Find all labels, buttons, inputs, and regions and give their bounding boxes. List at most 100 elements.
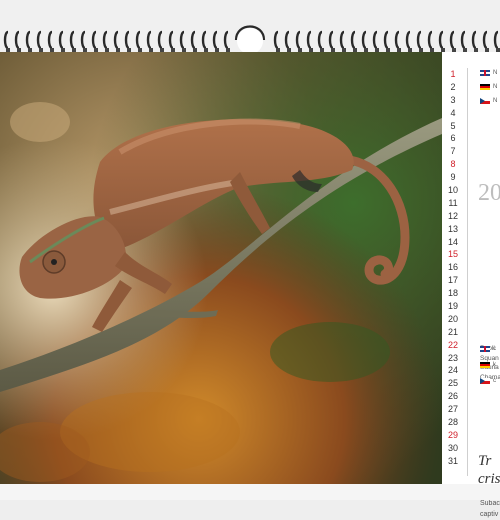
- species-description: Subac captiv: [480, 498, 500, 520]
- day-number: 21: [447, 326, 458, 337]
- binding-ring: [427, 30, 433, 50]
- day-number: 30: [447, 442, 458, 453]
- uk-flag-icon: [480, 346, 490, 352]
- binding-ring: [416, 30, 422, 50]
- chameleon-photo: [0, 52, 442, 484]
- day-number: 12: [447, 210, 458, 221]
- day-number: 22: [447, 339, 458, 350]
- binding-ring: [295, 30, 301, 50]
- day-number: 19: [447, 301, 458, 312]
- flag-text: N: [493, 98, 498, 104]
- day-number: 15: [447, 249, 458, 260]
- binding-ring: [212, 30, 218, 50]
- binding-ring: [493, 30, 499, 50]
- flag-row-cz: N: [480, 96, 497, 106]
- day-number: 6: [450, 133, 456, 144]
- binding-ring: [80, 30, 86, 50]
- day-number: 20: [447, 313, 458, 324]
- binding-ring: [372, 30, 378, 50]
- binding-ring: [273, 30, 279, 50]
- binding-ring: [190, 30, 196, 50]
- day-number: 23: [447, 352, 458, 363]
- binding-ring: [157, 30, 163, 50]
- species-line: Tr: [478, 453, 492, 469]
- binding-ring: [135, 30, 141, 50]
- day-number: 31: [447, 455, 458, 466]
- flag-text: N: [493, 70, 498, 76]
- spiral-binding: [0, 0, 500, 58]
- flag-row-de: N: [480, 82, 497, 92]
- day-number: 26: [447, 391, 458, 402]
- day-number: 14: [447, 236, 458, 247]
- binding-ring: [350, 30, 356, 50]
- flag-row-de-bottom: k: [480, 360, 496, 370]
- binding-ring: [394, 30, 400, 50]
- day-number: 1: [450, 69, 456, 79]
- binding-ring: [328, 30, 334, 50]
- binding-ring: [284, 30, 290, 50]
- binding-ring: [460, 30, 466, 50]
- day-number: 25: [447, 378, 458, 389]
- binding-ring: [339, 30, 345, 50]
- day-number: 3: [450, 94, 456, 105]
- binding-ring: [146, 30, 152, 50]
- day-number: 18: [447, 288, 458, 299]
- day-number: 5: [450, 120, 456, 131]
- binding-ring: [438, 30, 444, 50]
- flag-row-uk-bottom: c: [480, 344, 496, 354]
- day-number: 10: [447, 185, 458, 196]
- binding-ring: [383, 30, 389, 50]
- day-number: 28: [447, 417, 458, 428]
- binding-ring: [124, 30, 130, 50]
- day-number: 29: [447, 429, 458, 440]
- binding-ring: [3, 30, 9, 50]
- binding-ring: [102, 30, 108, 50]
- day-number: 8: [450, 159, 456, 170]
- de-flag-icon: [480, 362, 490, 368]
- binding-ring: [58, 30, 64, 50]
- day-number: 11: [448, 197, 458, 208]
- calendar-photo: [0, 52, 442, 484]
- day-number: 27: [447, 404, 458, 415]
- day-number: 7: [450, 146, 456, 157]
- species-name: Tr cris: [478, 452, 500, 488]
- uk-flag-icon: [480, 70, 490, 76]
- flag-text: k: [493, 362, 496, 368]
- calendar-bottom-edge: [0, 484, 500, 500]
- binding-ring: [69, 30, 75, 50]
- flag-row-cz-bottom: c: [480, 376, 496, 386]
- divider-line: [467, 68, 468, 476]
- binding-ring: [405, 30, 411, 50]
- binding-ring: [25, 30, 31, 50]
- binding-ring: [471, 30, 477, 50]
- flag-row-uk: N: [480, 68, 497, 78]
- cz-flag-icon: [480, 98, 490, 104]
- calendar-side-panel: N N N 1 2 3 4 5 6 7 8 9 10 11 12 13 14 15 16 17 18 19 20 21 2…: [442, 52, 500, 518]
- day-number: 17: [447, 275, 458, 286]
- year-label: 20: [478, 180, 500, 206]
- binding-ring: [449, 30, 455, 50]
- flag-text: c: [493, 346, 496, 352]
- day-number: 24: [447, 365, 458, 376]
- binding-ring: [91, 30, 97, 50]
- flag-text: N: [493, 84, 498, 90]
- binding-ring: [201, 30, 207, 50]
- cz-flag-icon: [480, 378, 490, 384]
- day-number: 4: [450, 107, 456, 118]
- day-number: 16: [447, 262, 458, 273]
- binding-ring: [14, 30, 20, 50]
- binding-ring: [317, 30, 323, 50]
- day-list: 1 2 3 4 5 6 7 8 9 10 11 12 13 14 15 16 17 18 19 20 21 22 23 24 2…: [442, 68, 464, 468]
- binding-ring: [36, 30, 42, 50]
- de-flag-icon: [480, 84, 490, 90]
- binding-ring: [361, 30, 367, 50]
- binding-ring: [113, 30, 119, 50]
- day-number: 13: [447, 223, 458, 234]
- binding-ring: [168, 30, 174, 50]
- binding-ring: [223, 30, 229, 50]
- day-number: 9: [450, 172, 456, 183]
- binding-ring: [179, 30, 185, 50]
- binding-ring: [482, 30, 488, 50]
- binding-ring: [306, 30, 312, 50]
- description-line: captiv: [480, 511, 499, 518]
